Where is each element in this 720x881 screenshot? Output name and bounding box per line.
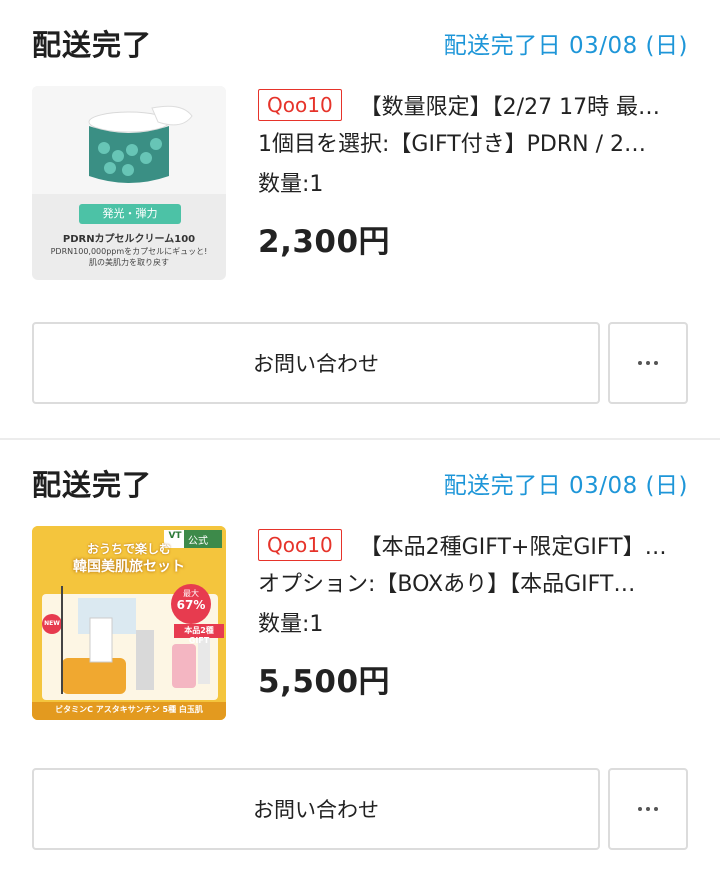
new-label: NEW: [44, 620, 60, 627]
image-product-sub: PDRN100,000ppmをカプセルにギュッと! 肌の美肌力を取り戻す: [50, 247, 208, 267]
product-quantity: 数量:1: [258, 612, 324, 637]
product-option: オプション:【BOXあり】【本品GIFT…: [258, 572, 636, 597]
more-button[interactable]: [608, 768, 688, 850]
product-image[interactable]: VT 公式 おうちで楽しむ 韓国美肌旅セット 最大 67% 本品2種GIFT N…: [32, 526, 226, 720]
product-info[interactable]: Qoo10 【本品2種GIFT+限定GIFT】… オプション:【BOXあり】【本…: [258, 526, 688, 701]
product-info[interactable]: Qoo10 【数量限定】【2/27 17時 最… 1個目を選択:【GIFT付き】…: [258, 86, 688, 261]
shop-badge: Qoo10: [258, 529, 342, 561]
delivery-date: 配送完了日 03/08 (日): [443, 473, 688, 499]
product-title: 【本品2種GIFT+限定GIFT】…: [359, 535, 667, 560]
product-price: 2,300円: [258, 224, 391, 260]
contact-button[interactable]: お問い合わせ: [32, 322, 600, 404]
shop-badge: Qoo10: [258, 89, 342, 121]
more-button[interactable]: [608, 322, 688, 404]
gift-label: 本品2種GIFT: [184, 626, 214, 645]
feature-pill: 発光・弾力: [79, 204, 181, 224]
image-headline-2: 韓国美肌旅セット: [73, 559, 185, 575]
order-card: 配送完了 配送完了日 03/08 (日) VT 公式 おうちで楽しむ 韓国美肌旅…: [0, 438, 720, 881]
discount-label: 67%: [176, 598, 206, 612]
contact-button[interactable]: お問い合わせ: [32, 768, 600, 850]
product-quantity: 数量:1: [258, 172, 324, 197]
image-footer: ビタミンC アスタキサンチン 5種 白玉肌: [55, 705, 203, 714]
image-product-name: PDRNカプセルクリーム100: [62, 234, 196, 245]
image-headline-1: おうちで楽しむ: [86, 542, 171, 556]
product-title: 【数量限定】【2/27 17時 最…: [359, 95, 661, 120]
delivery-date: 配送完了日 03/08 (日): [443, 33, 688, 59]
more-dots-icon: [638, 807, 658, 811]
product-option: 1個目を選択:【GIFT付き】PDRN / 2…: [258, 132, 646, 157]
order-card: 配送完了 配送完了日 03/08 (日) 発光・弾力 PDRNカプセルクリーム1…: [0, 0, 720, 438]
product-image[interactable]: 発光・弾力 PDRNカプセルクリーム100 PDRN100,000ppmをカプセ…: [32, 86, 226, 280]
product-price: 5,500円: [258, 664, 391, 700]
delivery-status: 配送完了: [32, 468, 153, 502]
delivery-status: 配送完了: [32, 28, 153, 62]
more-dots-icon: [638, 361, 658, 365]
